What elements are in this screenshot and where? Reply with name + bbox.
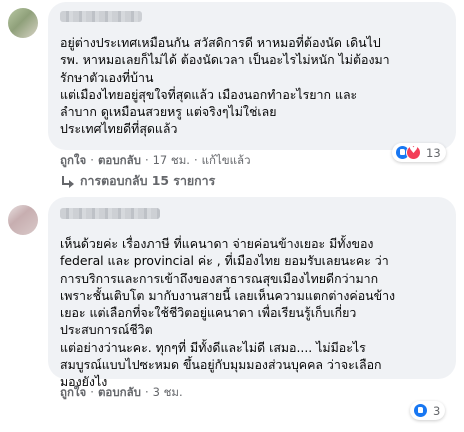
- commenter-name-blurred[interactable]: [60, 11, 142, 22]
- like-link[interactable]: ถูกใจ: [60, 153, 86, 167]
- separator: ·: [144, 153, 149, 167]
- reaction-count: 13: [426, 145, 441, 160]
- reaction-summary[interactable]: 13: [392, 143, 446, 162]
- view-replies-link[interactable]: การตอบกลับ 15 รายการ: [60, 172, 215, 191]
- replies-count-label: การตอบกลับ 15 รายการ: [80, 173, 216, 188]
- comment-actions: ถูกใจ · ตอบกลับ · 17 ชม. · แก้ไขแล้ว: [60, 152, 251, 170]
- commenter-name-blurred[interactable]: [60, 208, 160, 219]
- separator: ·: [90, 153, 94, 167]
- separator: ·: [90, 385, 94, 399]
- commenter-avatar[interactable]: [8, 205, 38, 235]
- timestamp[interactable]: 3 ชม.: [153, 385, 183, 399]
- like-link[interactable]: ถูกใจ: [60, 385, 86, 399]
- commenter-avatar[interactable]: [8, 8, 38, 38]
- thumbs-up-icon: [413, 403, 428, 418]
- reply-link[interactable]: ตอบกลับ: [98, 153, 141, 167]
- comment-actions: ถูกใจ · ตอบกลับ · 3 ชม.: [60, 384, 183, 402]
- comment-bubble: เห็นด้วยค่ะ เรื่องภาษี ที่แคนาดา จ่ายค่อ…: [48, 197, 456, 389]
- comment-text: เห็นด้วยค่ะ เรื่องภาษี ที่แคนาดา จ่ายค่อ…: [60, 236, 396, 390]
- reaction-count: 3: [433, 403, 441, 418]
- separator: ·: [144, 385, 149, 399]
- comment-bubble: อยู่ต่างประเทศเหมือนกัน สวัสดิการดี หาหม…: [48, 2, 456, 150]
- heart-icon: [406, 145, 421, 160]
- reply-link[interactable]: ตอบกลับ: [98, 385, 141, 399]
- edited-label: แก้ไขแล้ว: [201, 153, 251, 167]
- comment-text: อยู่ต่างประเทศเหมือนกัน สวัสดิการดี หาหม…: [60, 35, 390, 137]
- reply-arrow-icon: [60, 175, 74, 188]
- timestamp[interactable]: 17 ชม.: [153, 153, 190, 167]
- reaction-summary[interactable]: 3: [410, 401, 446, 420]
- separator: ·: [193, 153, 198, 167]
